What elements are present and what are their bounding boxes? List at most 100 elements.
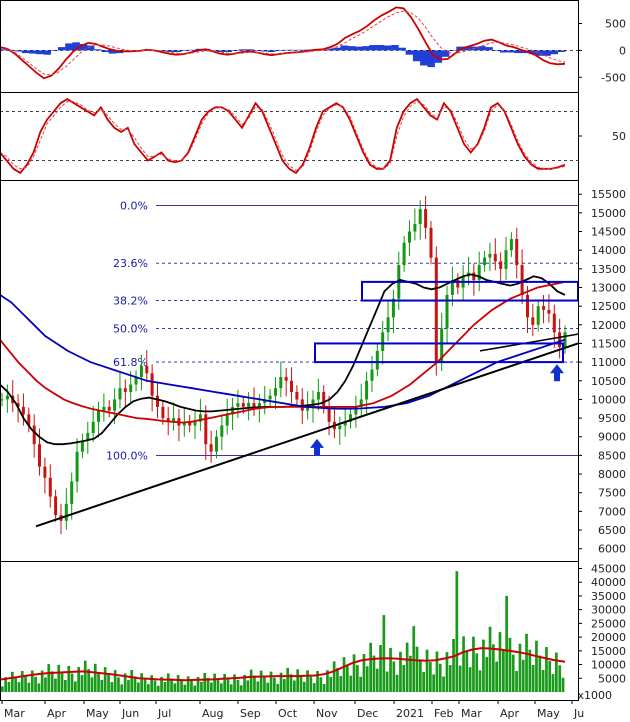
volume-bar: [273, 677, 276, 692]
volume-bar: [402, 665, 406, 692]
macd-histogram-bar: [405, 50, 414, 55]
volume-bar: [100, 679, 104, 692]
y-tick-label: 10000: [591, 393, 626, 406]
y-tick-label: 15500: [591, 188, 626, 201]
volume-bar: [107, 674, 110, 692]
volume-bar: [283, 679, 286, 692]
candle-body: [107, 406, 111, 411]
fibonacci-level-label: 0.0%: [120, 199, 148, 212]
y-tick-label: 12000: [591, 319, 626, 332]
x-tick-label: Dec: [357, 707, 378, 720]
volume-bar: [37, 683, 41, 692]
macd-histogram-bar: [557, 50, 566, 52]
macd-histogram-bar: [340, 45, 348, 51]
volume-bar: [518, 643, 522, 692]
candle-body: [150, 373, 154, 396]
volume-bar: [60, 672, 64, 692]
volume-bar: [392, 661, 396, 692]
candle-body: [38, 444, 41, 467]
volume-bar: [11, 671, 14, 692]
macd-histogram-bar: [275, 50, 283, 51]
volume-bar: [452, 639, 455, 692]
candle-body: [123, 388, 127, 392]
y-tick-label: 11500: [591, 337, 626, 350]
volume-bar: [442, 676, 445, 692]
x-tick-label: Feb: [434, 707, 453, 720]
y-tick-label: 40000: [591, 576, 626, 589]
volume-bar: [183, 684, 187, 692]
volume-bar: [309, 676, 313, 692]
macd-histogram-bar: [449, 50, 457, 51]
macd-histogram-bar: [412, 50, 421, 62]
volume-bar: [269, 671, 273, 692]
volume-bar: [372, 655, 376, 692]
candle-body: [536, 306, 540, 325]
macd-histogram-bar: [289, 49, 298, 51]
volume-bar: [83, 660, 87, 692]
macd-histogram-bar: [260, 50, 269, 52]
volume-bar: [286, 667, 289, 692]
y-tick-label: 9000: [598, 431, 626, 444]
y-tick-label: 10500: [591, 375, 626, 388]
volume-bar: [349, 675, 353, 692]
x-tick-label: Ju: [573, 707, 584, 720]
candle-body: [311, 399, 315, 407]
volume-bar: [468, 667, 472, 692]
volume-bar: [236, 679, 240, 692]
x-tick-label: May: [537, 707, 560, 720]
volume-bar: [332, 661, 336, 692]
candle-body: [429, 227, 433, 258]
volume-bar: [336, 668, 339, 692]
volume-bar: [531, 665, 535, 692]
candle-body: [247, 403, 251, 407]
volume-bar: [555, 652, 558, 692]
candle-body: [526, 294, 529, 318]
candle-body: [274, 388, 277, 396]
volume-bar: [24, 676, 27, 692]
candle-body: [43, 466, 47, 478]
candle-body: [472, 272, 476, 281]
panel-frame: [0, 92, 579, 181]
y-tick-label: 6500: [598, 524, 626, 537]
volume-bar: [508, 637, 512, 692]
x-tick-label: 2021: [396, 707, 424, 720]
x-tick-label: May: [86, 707, 109, 720]
macd-histogram-bar: [282, 49, 290, 51]
volume-bar: [422, 671, 425, 692]
volume-bar: [455, 571, 459, 692]
volume-bar: [419, 659, 422, 692]
x-tick-label: Mar: [4, 707, 25, 720]
candle-body: [257, 403, 261, 407]
macd-histogram-bar: [43, 50, 51, 55]
x-tick-label: Sep: [240, 707, 261, 720]
macd-histogram-bar: [550, 50, 558, 55]
y-tick-label: 8000: [598, 468, 626, 481]
volume-bar: [515, 670, 518, 692]
volume-bar: [127, 680, 130, 692]
panel-frame: [0, 180, 579, 562]
macd-histogram-bar: [362, 46, 370, 51]
volume-bar: [117, 677, 120, 692]
volume-bar: [561, 677, 565, 692]
fibonacci-level-label: 100.0%: [106, 449, 148, 462]
volume-bar: [296, 669, 299, 692]
volume-bar: [34, 676, 37, 692]
candle-body: [424, 209, 428, 228]
candle-body: [91, 421, 95, 433]
y-tick-label: 25000: [591, 617, 626, 630]
volume-bar: [263, 676, 266, 692]
y-tick-label: -500: [601, 71, 626, 84]
volume-bar: [485, 657, 489, 692]
volume-bar: [180, 679, 183, 692]
candle-body: [493, 253, 497, 262]
volume-bar: [495, 661, 498, 692]
volume-bar: [415, 646, 419, 692]
volume-bar: [44, 677, 47, 692]
candle-body: [552, 313, 556, 333]
candle-body: [5, 395, 9, 400]
volume-bar: [223, 674, 226, 692]
volume-bar: [293, 680, 296, 692]
volume-bar: [153, 680, 157, 692]
volume-bar: [47, 664, 51, 692]
y-tick-label: 9500: [598, 412, 626, 425]
